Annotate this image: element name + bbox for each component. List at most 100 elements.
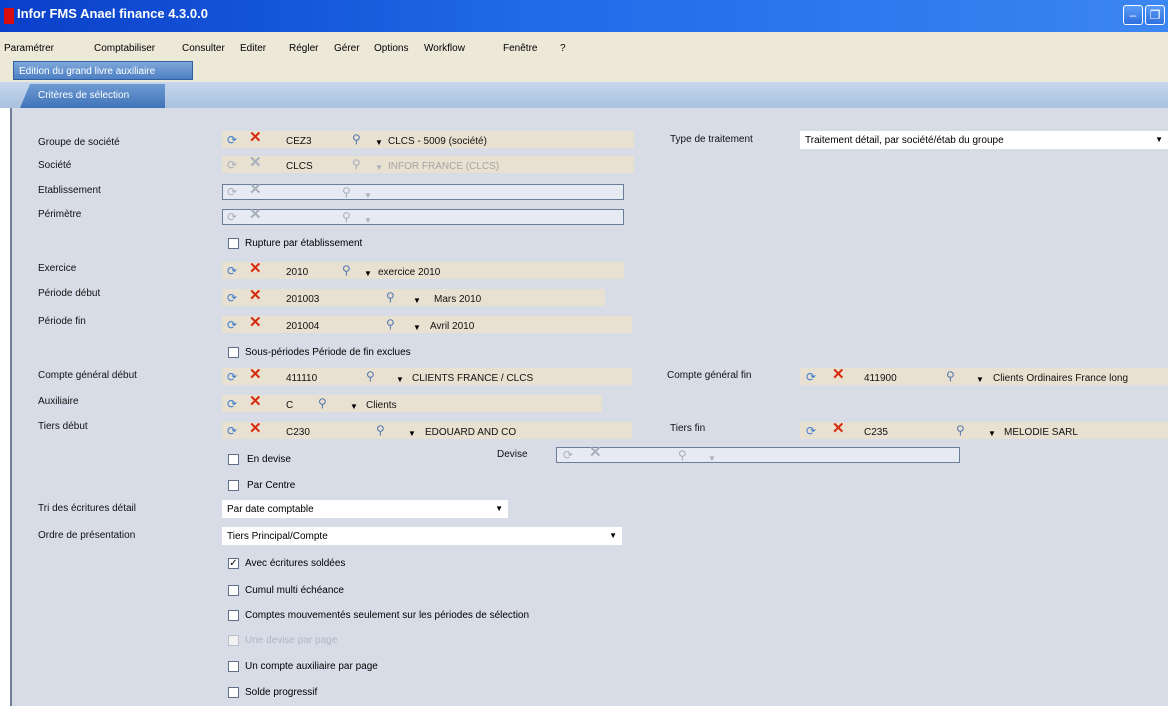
tri-dropdown-icon[interactable]: ▼ <box>495 504 503 513</box>
ordre-dropdown-icon[interactable]: ▼ <box>609 531 617 540</box>
menu-comptabiliser[interactable]: Comptabiliser <box>94 43 155 54</box>
perimetre-field[interactable] <box>222 209 624 225</box>
en-devise-checkbox[interactable] <box>228 454 239 465</box>
periode-fin-clear-icon[interactable]: ✕ <box>249 315 262 330</box>
periode-fin-refresh-icon[interactable]: ⟳ <box>227 318 237 332</box>
tiers-debut-code[interactable]: C230 <box>286 427 310 438</box>
par-centre-checkbox[interactable] <box>228 480 239 491</box>
compte-fin-refresh-icon[interactable]: ⟳ <box>806 370 816 384</box>
periode-debut-dropdown-icon[interactable]: ▼ <box>413 294 421 308</box>
tiers-fin-search-icon[interactable]: ⚲ <box>956 423 965 437</box>
societe-code: CLCS <box>286 161 313 172</box>
auxiliaire-refresh-icon[interactable]: ⟳ <box>227 397 237 411</box>
tiers-debut-search-icon[interactable]: ⚲ <box>376 423 385 437</box>
menu-bar: Paramétrer Comptabiliser Consulter Edite… <box>0 32 1168 60</box>
auxiliaire-field <box>222 395 602 412</box>
periode-debut-refresh-icon[interactable]: ⟳ <box>227 291 237 305</box>
compte-debut-refresh-icon[interactable]: ⟳ <box>227 370 237 384</box>
tiers-fin-code[interactable]: C235 <box>864 427 888 438</box>
menu-options[interactable]: Options <box>374 43 408 54</box>
compte-debut-clear-icon[interactable]: ✕ <box>249 367 262 382</box>
compte-fin-dropdown-icon[interactable]: ▼ <box>976 373 984 387</box>
compte-fin-search-icon[interactable]: ⚲ <box>946 369 955 383</box>
tiers-debut-refresh-icon[interactable]: ⟳ <box>227 424 237 438</box>
tiers-fin-label: Tiers fin <box>670 423 706 434</box>
devise-clear-icon: ✕ <box>589 444 602 461</box>
periode-fin-search-icon[interactable]: ⚲ <box>386 317 395 331</box>
periode-debut-search-icon[interactable]: ⚲ <box>386 290 395 304</box>
groupe-code[interactable]: CEZ3 <box>286 136 312 147</box>
avec-soldees-checkbox[interactable]: ✓ <box>228 558 239 569</box>
menu-workflow[interactable]: Workflow <box>424 43 465 54</box>
auxiliaire-label: Auxiliaire <box>38 396 79 407</box>
periode-debut-code[interactable]: 201003 <box>286 294 319 305</box>
en-devise-label: En devise <box>247 454 291 465</box>
ordre-select[interactable]: Tiers Principal/Compte ▼ <box>222 527 622 545</box>
menu-consulter[interactable]: Consulter <box>182 43 225 54</box>
sous-periodes-label: Sous-périodes Période de fin exclues <box>245 347 411 358</box>
tiers-fin-field <box>800 422 1168 439</box>
devise-field[interactable] <box>556 447 960 463</box>
menu-regler[interactable]: Régler <box>289 43 318 54</box>
periode-fin-code[interactable]: 201004 <box>286 321 319 332</box>
devise-dropdown-icon: ▼ <box>708 454 716 463</box>
un-compte-label: Un compte auxiliaire par page <box>245 661 378 672</box>
exercice-clear-icon[interactable]: ✕ <box>249 261 262 276</box>
solde-checkbox[interactable] <box>228 687 239 698</box>
societe-refresh-icon: ⟳ <box>227 158 238 172</box>
exercice-refresh-icon[interactable]: ⟳ <box>227 264 237 278</box>
auxiliaire-clear-icon[interactable]: ✕ <box>249 394 262 409</box>
groupe-clear-icon[interactable]: ✕ <box>249 130 262 145</box>
tiers-fin-dropdown-icon[interactable]: ▼ <box>988 427 996 441</box>
auxiliaire-code[interactable]: C <box>286 400 293 411</box>
compte-fin-clear-icon[interactable]: ✕ <box>832 367 845 382</box>
groupe-refresh-icon[interactable]: ⟳ <box>227 133 237 147</box>
menu-help[interactable]: ? <box>560 43 566 54</box>
compte-debut-search-icon[interactable]: ⚲ <box>366 369 375 383</box>
societe-label: Société <box>38 160 72 171</box>
type-traitement-select[interactable]: Traitement détail, par société/étab du g… <box>800 131 1168 149</box>
periode-fin-dropdown-icon[interactable]: ▼ <box>413 321 421 335</box>
tiers-fin-refresh-icon[interactable]: ⟳ <box>806 424 816 438</box>
menu-editer[interactable]: Editer <box>240 43 266 54</box>
tab-criteres-selection[interactable]: Critères de sélection <box>20 84 165 108</box>
compte-debut-dropdown-icon[interactable]: ▼ <box>396 373 404 387</box>
restore-button[interactable]: ❐ <box>1145 5 1165 25</box>
cumul-checkbox[interactable] <box>228 585 239 596</box>
rupture-checkbox[interactable] <box>228 238 239 249</box>
periode-debut-clear-icon[interactable]: ✕ <box>249 288 262 303</box>
auxiliaire-search-icon[interactable]: ⚲ <box>318 396 327 410</box>
perimetre-clear-icon: ✕ <box>249 206 262 223</box>
sous-periodes-checkbox[interactable] <box>228 347 239 358</box>
tiers-debut-clear-icon[interactable]: ✕ <box>249 421 262 436</box>
menu-gerer[interactable]: Gérer <box>334 43 360 54</box>
par-centre-label: Par Centre <box>247 480 296 491</box>
exercice-search-icon[interactable]: ⚲ <box>342 263 351 277</box>
solde-label: Solde progressif <box>245 687 318 698</box>
comptes-mouv-label: Comptes mouvementés seulement sur les pé… <box>245 610 530 621</box>
compte-debut-code[interactable]: 411110 <box>286 373 317 384</box>
exercice-dropdown-icon[interactable]: ▼ <box>364 267 372 281</box>
minimize-button[interactable]: – <box>1123 5 1143 25</box>
tri-value: Par date comptable <box>227 504 314 515</box>
groupe-search-icon[interactable]: ⚲ <box>352 132 361 146</box>
periode-fin-label: Période fin <box>38 316 86 327</box>
devise-refresh-icon: ⟳ <box>563 448 574 462</box>
tab-edition-grand-livre[interactable]: Edition du grand livre auxiliaire <box>13 61 193 80</box>
type-traitement-dropdown-icon[interactable]: ▼ <box>1155 135 1163 144</box>
groupe-label: Groupe de société <box>38 137 120 148</box>
menu-fenetre[interactable]: Fenêtre <box>503 43 537 54</box>
etablissement-clear-icon: ✕ <box>249 181 262 198</box>
comptes-mouv-checkbox[interactable] <box>228 610 239 621</box>
tiers-fin-clear-icon[interactable]: ✕ <box>832 421 845 436</box>
periode-debut-desc: Mars 2010 <box>434 294 482 305</box>
etablissement-field[interactable] <box>222 184 624 200</box>
tiers-debut-dropdown-icon[interactable]: ▼ <box>408 427 416 441</box>
groupe-dropdown-icon[interactable]: ▼ <box>375 136 383 150</box>
un-compte-checkbox[interactable] <box>228 661 239 672</box>
tri-select[interactable]: Par date comptable ▼ <box>222 500 508 518</box>
exercice-code[interactable]: 2010 <box>286 267 308 278</box>
auxiliaire-dropdown-icon[interactable]: ▼ <box>350 400 358 414</box>
menu-parametrer[interactable]: Paramétrer <box>4 43 54 54</box>
compte-fin-code[interactable]: 411900 <box>864 373 897 384</box>
